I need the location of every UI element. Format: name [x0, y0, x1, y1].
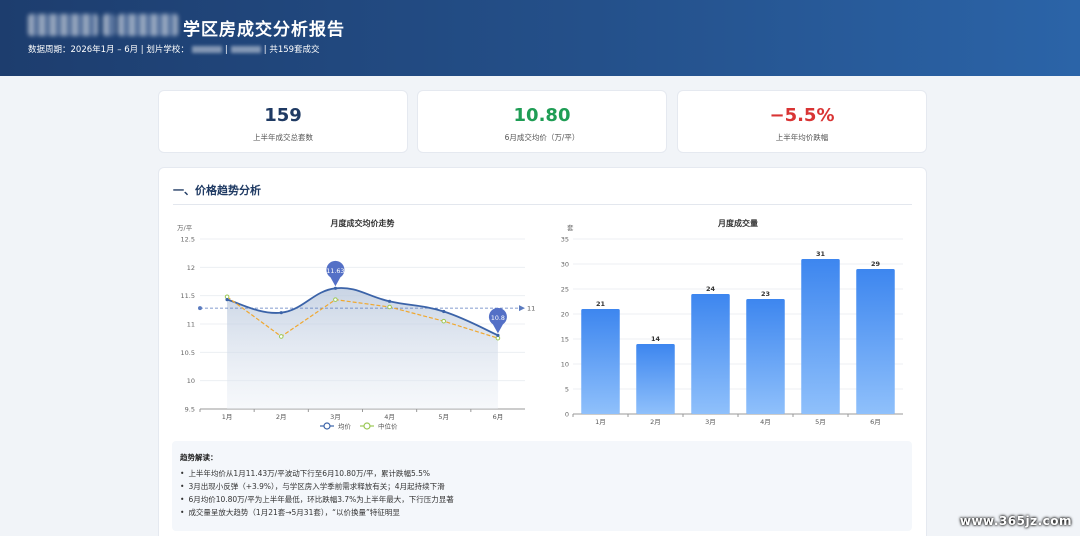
- y-tick-label: 10.5: [181, 349, 195, 357]
- x-tick-label: 6月: [493, 413, 504, 421]
- stat-label: 上半年成交总套数: [253, 133, 313, 142]
- markline-start-dot: [198, 306, 202, 311]
- trend-notes: 趋势解读： 上半年均价从1月11.43万/平波动下行至6月10.80万/平，累计…: [172, 441, 912, 531]
- median-price-point: [441, 318, 447, 324]
- avg-price-area: [227, 287, 498, 409]
- notes-item: 3月出现小反弹（+3.9%），与学区房入学季前需求释放有关；4月起持续下滑: [180, 480, 904, 493]
- redacted-community-name: [118, 14, 178, 36]
- x-tick-label: 2月: [276, 413, 287, 421]
- avg-price-line-chart: 月度成交均价走势万/平 12.5 12 11.5 11 10.5 10 9.5 1月 2月 3月 4月…: [177, 218, 535, 431]
- section-divider: [173, 204, 912, 205]
- y-axis-unit: 套: [567, 223, 574, 232]
- y-tick-label: 15: [561, 336, 569, 344]
- volume-bar: [746, 299, 785, 414]
- median-price-point: [278, 334, 284, 339]
- x-tick-label: 1月: [595, 418, 606, 426]
- avg-price-point: [387, 299, 392, 303]
- report-title: 学区房成交分析报告: [183, 20, 345, 40]
- bar-value-label: 14: [651, 335, 661, 343]
- volume-bar: [581, 309, 620, 414]
- chart-title: 月度成交量: [717, 218, 758, 228]
- legend-median-symbol: [363, 422, 371, 430]
- stat-label: 6月成交均价（万/平）: [504, 133, 580, 142]
- redacted-school-2: [230, 46, 261, 53]
- x-tick-label: 5月: [438, 413, 449, 421]
- median-price-point: [333, 297, 338, 302]
- redacted-region-name: [28, 14, 98, 36]
- notes-item: 6月均价10.80万/平为上半年最低，环比跌幅3.7%为上半年最大，下行压力显著: [180, 493, 904, 506]
- avg-price-point: [279, 311, 283, 315]
- stat-value: 159: [264, 105, 302, 126]
- x-tick-label: 3月: [705, 418, 716, 426]
- stat-value: −5.5%: [769, 105, 835, 126]
- subtitle-suffix: | 共159套成交: [263, 45, 320, 55]
- stat-value: 10.80: [513, 105, 571, 126]
- notes-item: 成交量呈放大趋势（1月21套→5月31套），“以价换量”特征明显: [180, 506, 904, 519]
- site-watermark: www.365jz.com: [959, 514, 1072, 528]
- volume-bar: [691, 294, 730, 414]
- y-tick-label: 12.5: [181, 236, 195, 244]
- monthly-volume-bar-chart: 月度成交量套 35 30 25 20 15 10 5 0 21 1月 14 2月 24 3月 23 4月 31 5月…: [561, 218, 903, 426]
- value-pin-label: 10.8: [491, 315, 505, 322]
- notes-title: 趋势解读：: [180, 453, 218, 462]
- x-tick-label: 3月: [330, 413, 341, 421]
- y-tick-label: 20: [561, 311, 569, 319]
- markline-label: 11.2: [527, 305, 535, 313]
- avg-price-point: [333, 286, 338, 290]
- bar-value-label: 21: [596, 300, 606, 308]
- section-title: 一、价格趋势分析: [173, 184, 261, 197]
- subtitle-prefix: 数据周期：2026年1月 – 6月 | 划片学校：: [28, 45, 189, 55]
- avg-price-point: [225, 298, 229, 302]
- stat-card-total-deals: 159 上半年成交总套数: [158, 90, 408, 153]
- bar-value-label: 23: [761, 290, 770, 298]
- notes-item: 上半年均价从1月11.43万/平波动下行至6月10.80万/平，累计跌幅5.5%: [180, 467, 904, 480]
- y-tick-label: 25: [561, 286, 569, 294]
- y-tick-label: 10: [187, 377, 195, 385]
- avg-price-point: [442, 309, 446, 314]
- redacted-school-1: [191, 46, 222, 53]
- stat-card-june-avg-price: 10.80 6月成交均价（万/平）: [417, 90, 667, 153]
- x-tick-label: 4月: [760, 418, 771, 426]
- report-header: 学区房成交分析报告 数据周期：2026年1月 – 6月 | 划片学校： | | 共1…: [0, 0, 1080, 76]
- x-tick-label: 2月: [650, 418, 661, 426]
- y-tick-label: 30: [561, 261, 569, 269]
- median-price-point: [387, 304, 392, 310]
- y-tick-label: 11.5: [181, 292, 195, 300]
- y-tick-label: 12: [187, 264, 195, 272]
- avg-price-point: [496, 333, 500, 337]
- x-tick-label: 4月: [384, 413, 395, 421]
- volume-bar: [856, 269, 895, 414]
- value-pin-label: 11.63: [326, 268, 344, 275]
- x-tick-label: 1月: [222, 413, 233, 421]
- volume-bar: [636, 344, 675, 414]
- legend-avg-symbol: [323, 422, 331, 430]
- notes-list: 上半年均价从1月11.43万/平波动下行至6月10.80万/平，累计跌幅5.5%…: [180, 467, 904, 519]
- redacted-separator: [103, 14, 115, 36]
- y-tick-label: 10: [561, 361, 569, 369]
- y-tick-label: 35: [561, 236, 569, 244]
- stat-card-price-decline: −5.5% 上半年均价跌幅: [677, 90, 927, 153]
- bar-value-label: 24: [706, 285, 716, 293]
- legend-median-label: 中位价: [378, 422, 398, 431]
- y-tick-label: 0: [565, 411, 569, 419]
- chart-title: 月度成交均价走势: [330, 218, 395, 228]
- bar-value-label: 31: [816, 250, 826, 258]
- y-axis-unit: 万/平: [177, 224, 193, 232]
- report-subtitle: 数据周期：2026年1月 – 6月 | 划片学校： | | 共159套成交: [28, 45, 320, 55]
- volume-bar: [801, 259, 840, 414]
- bar-value-label: 29: [871, 260, 881, 268]
- y-tick-label: 11: [187, 321, 195, 329]
- y-tick-label: 5: [565, 386, 569, 394]
- x-tick-label: 6月: [870, 418, 881, 426]
- stat-label: 上半年均价跌幅: [775, 133, 829, 142]
- markline-arrow: [519, 305, 525, 312]
- y-tick-label: 9.5: [185, 406, 195, 414]
- legend-avg-label: 均价: [338, 422, 352, 431]
- x-tick-label: 5月: [815, 418, 826, 426]
